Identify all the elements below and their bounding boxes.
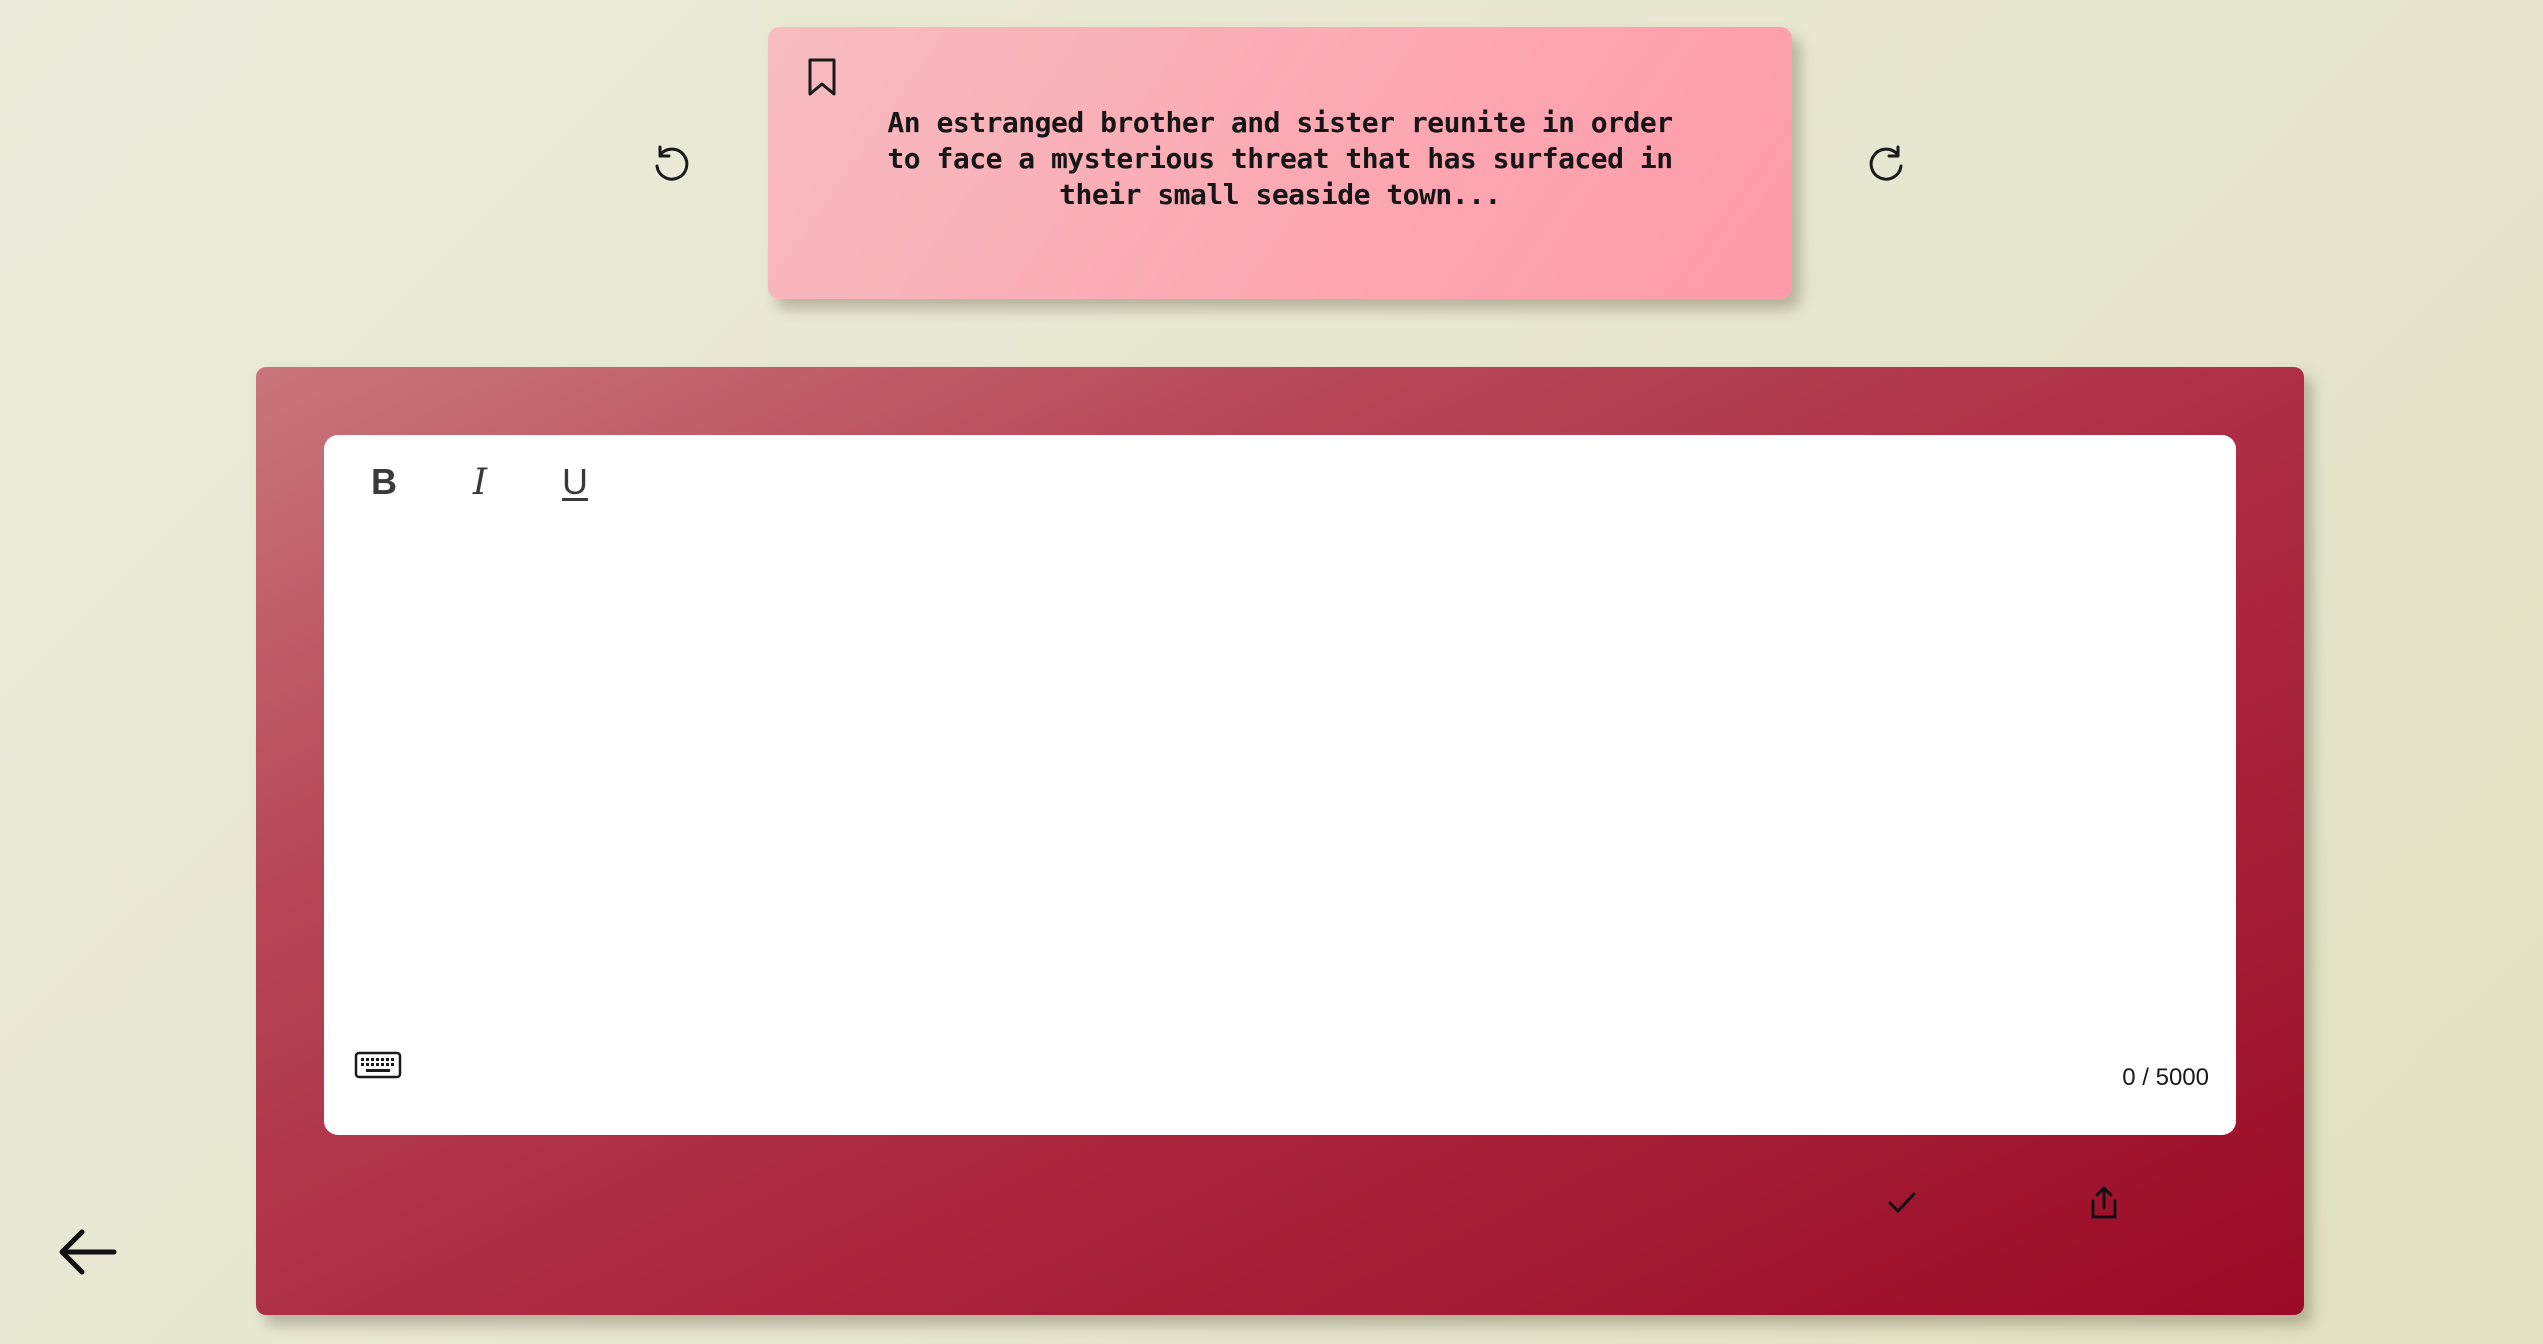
text-editor[interactable] [360,535,2200,1055]
back-button[interactable] [52,1216,124,1288]
bold-button[interactable]: B [359,457,409,507]
character-count: 0 / 5000 [2122,1064,2209,1091]
prompt-card: An estranged brother and sister reunite … [768,27,1792,299]
underline-button[interactable]: U [550,457,600,507]
submit-button[interactable] [1878,1179,1926,1227]
editor-box: B I U 0 / 5000 [324,435,2236,1135]
rotate-ccw-icon [650,142,692,184]
arrow-left-icon [56,1220,120,1284]
italic-button[interactable]: I [455,457,505,507]
share-button[interactable] [2080,1177,2128,1229]
prompt-text: An estranged brother and sister reunite … [887,106,1673,211]
editor-panel: B I U 0 / 5000 [256,367,2304,1315]
keyboard-button[interactable] [352,1047,404,1083]
rotate-cw-icon [1866,142,1908,184]
check-icon [1885,1186,1919,1220]
previous-prompt-button[interactable] [646,138,696,188]
bookmark-button[interactable] [800,53,844,101]
share-icon [2087,1184,2121,1222]
bookmark-icon [805,56,839,98]
keyboard-icon [354,1050,402,1080]
next-prompt-button[interactable] [1862,138,1912,188]
